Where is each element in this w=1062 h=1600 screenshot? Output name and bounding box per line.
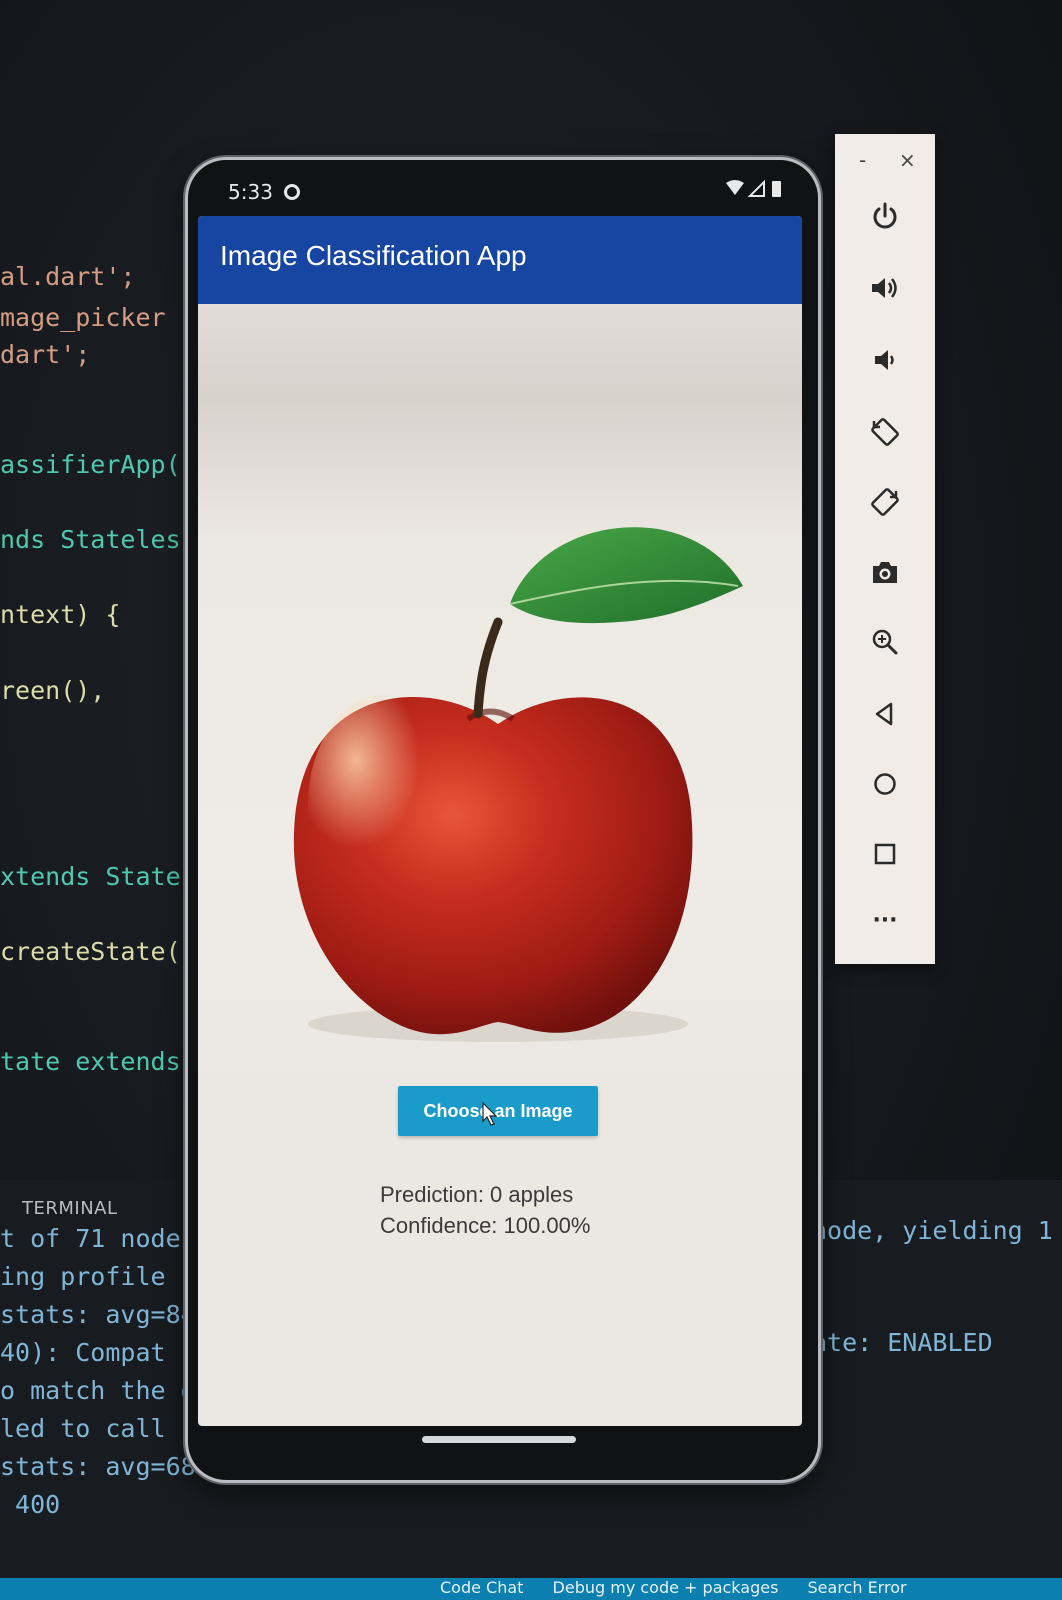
gesture-nav-handle[interactable] <box>422 1436 576 1443</box>
prediction-results: Prediction: 0 apples Confidence: 100.00% <box>380 1179 590 1241</box>
terminal-line: ate: ENABLED <box>812 1328 993 1357</box>
apple-image <box>293 527 743 1042</box>
volume-down-button[interactable] <box>861 336 909 384</box>
home-icon <box>874 773 896 795</box>
emulator-toolbar: - × ··· <box>835 134 935 964</box>
signal-battery-icons <box>724 178 788 205</box>
terminal-line: led to call c <box>0 1414 196 1443</box>
mouse-pointer-icon <box>482 1102 498 1126</box>
prediction-text: Prediction: 0 apples <box>380 1182 574 1207</box>
more-icon: ··· <box>872 907 898 933</box>
close-button[interactable]: × <box>899 148 916 172</box>
back-icon <box>875 702 893 726</box>
volume-down-icon <box>875 350 894 370</box>
code-line: xtends State <box>0 862 181 891</box>
phone-emulator: 5:33 Image Classification App Choose an … <box>188 160 818 1480</box>
status-time: 5:33 <box>228 180 273 204</box>
home-button[interactable] <box>861 760 909 808</box>
code-line: nds Stateles <box>0 525 181 554</box>
code-line: createState( <box>0 937 181 966</box>
volume-up-button[interactable] <box>861 264 909 312</box>
more-button[interactable]: ··· <box>861 896 909 944</box>
tab-terminal[interactable]: TERMINAL <box>22 1198 118 1219</box>
screenshot-button[interactable] <box>861 548 909 596</box>
back-button[interactable] <box>861 690 909 738</box>
minimize-button[interactable]: - <box>859 148 866 172</box>
android-status-bar: 5:33 <box>228 172 788 212</box>
wifi-signal-battery-icon <box>726 179 781 197</box>
terminal-line: 40): Compat c <box>0 1338 196 1367</box>
terminal-line: 400 <box>0 1490 61 1519</box>
volume-up-icon <box>872 278 897 298</box>
code-line: al.dart'; <box>0 262 136 291</box>
rotate-right-button[interactable] <box>861 478 909 526</box>
rotate-right-icon <box>871 488 899 516</box>
confidence-text: Confidence: 100.00% <box>380 1213 591 1238</box>
code-editor: al.dart'; mage_picker dart'; assifierApp… <box>0 0 200 1200</box>
selected-image <box>198 304 802 1094</box>
status-item[interactable]: Debug my code + packages <box>553 1578 779 1597</box>
zoom-icon <box>872 629 898 655</box>
rotate-left-icon <box>871 418 899 446</box>
zoom-button[interactable] <box>861 618 909 666</box>
terminal-line: t of 71 node <box>0 1224 181 1253</box>
window-controls: - × <box>835 148 935 174</box>
code-line: tate extends <box>0 1047 181 1076</box>
terminal-line: node, yielding 1 <box>812 1216 1053 1245</box>
status-item[interactable]: Code Chat <box>440 1578 523 1597</box>
sync-icon <box>284 184 300 200</box>
overview-icon <box>874 843 896 865</box>
terminal-line: o match the d <box>0 1376 196 1405</box>
code-line: assifierApp( <box>0 450 181 479</box>
terminal-line: ing profile <box>0 1262 166 1291</box>
code-line: dart'; <box>0 340 91 369</box>
code-line: reen(), <box>0 676 106 705</box>
code-line: mage_picker <box>0 303 166 332</box>
camera-icon <box>873 562 897 583</box>
app-screen: Image Classification App Choose an Image… <box>198 216 802 1426</box>
overview-button[interactable] <box>861 830 909 878</box>
power-button[interactable] <box>861 192 909 240</box>
status-item[interactable]: Search Error <box>808 1578 907 1597</box>
editor-status-bar: Code Chat Debug my code + packages Searc… <box>0 1578 1062 1600</box>
code-line: ntext) { <box>0 600 121 629</box>
app-bar: Image Classification App <box>198 216 802 304</box>
terminal-line: stats: avg=84 <box>0 1300 196 1329</box>
app-title: Image Classification App <box>220 240 527 271</box>
rotate-left-button[interactable] <box>861 408 909 456</box>
power-icon <box>873 202 897 229</box>
